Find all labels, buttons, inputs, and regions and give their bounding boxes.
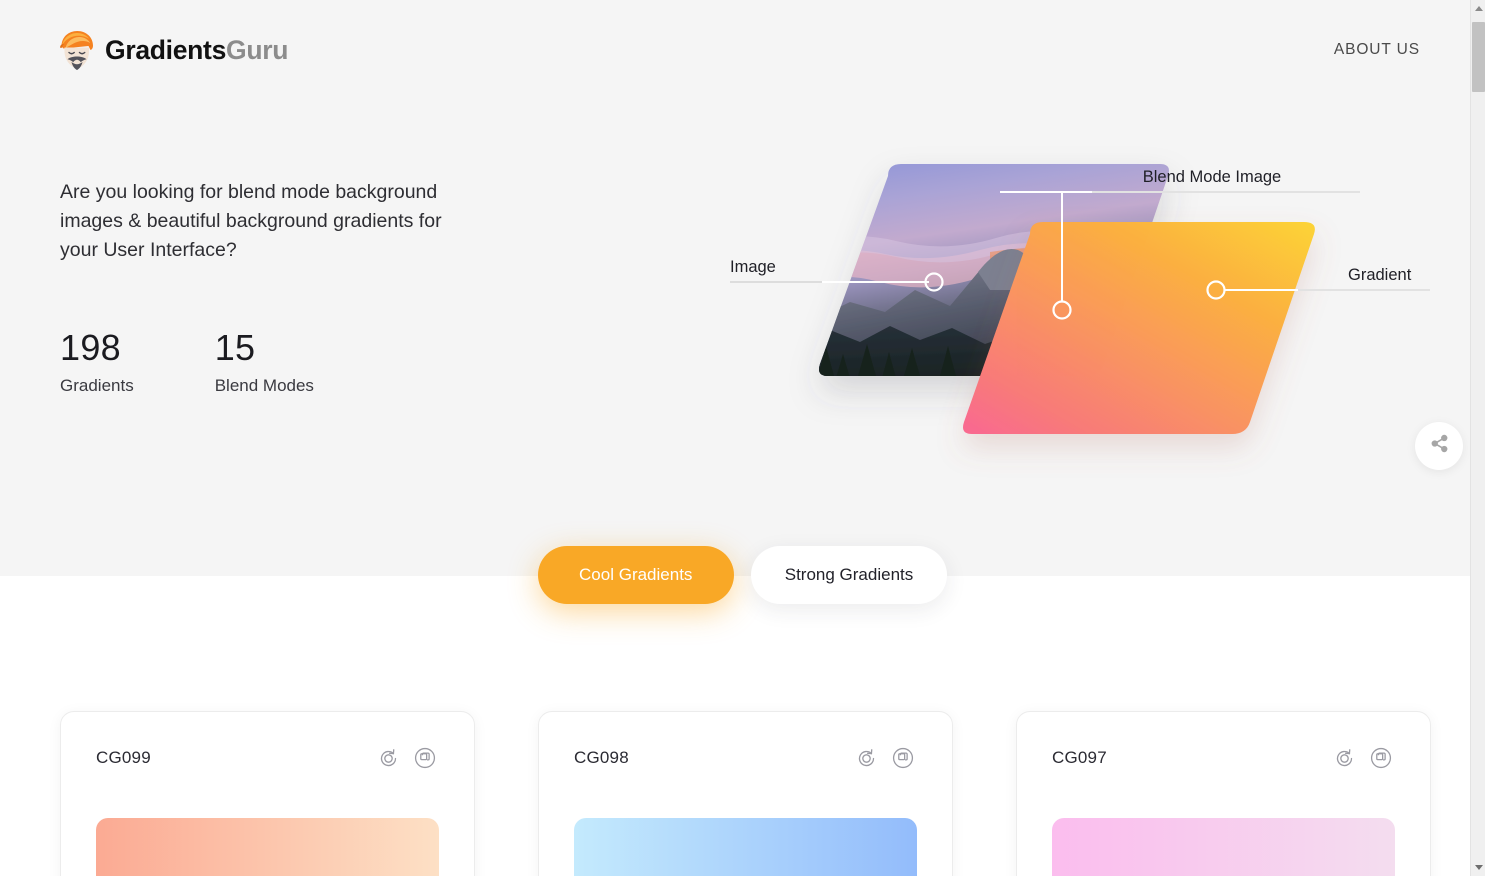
gradient-card-actions [374,744,439,772]
gradient-card-code: CG097 [1052,748,1107,767]
hero-section: GradientsGuru ABOUT US Are you looking f… [0,0,1485,604]
reload-icon[interactable] [1330,744,1358,772]
hero-stats: 198 Gradients 15 Blend Modes [60,328,314,396]
brand-wordmark: GradientsGuru [105,35,288,66]
gradient-card-row: CG099 CG098 CG097 [0,711,1485,876]
gradient-card-code: CG098 [574,748,629,767]
copy-icon[interactable] [889,744,917,772]
stat-blend-modes-value: 15 [214,327,256,368]
brand-name-primary: Gradients [105,34,227,65]
gradient-swatch[interactable] [574,818,917,876]
hero-copy: Are you looking for blend mode backgroun… [60,178,480,265]
gradient-card-code: CG099 [96,748,151,767]
tab-cool-gradients[interactable]: Cool Gradients [537,546,734,604]
stat-gradients-value: 198 [60,327,121,368]
gradient-type-tabs: Cool Gradients Strong Gradients [0,546,1485,604]
gradient-gallery: CG099 CG098 CG097 [0,576,1485,876]
gradient-swatch[interactable] [96,818,439,876]
brand-name-secondary: Guru [226,34,289,65]
gradient-card[interactable]: CG097 [1016,711,1431,876]
reload-icon[interactable] [374,744,402,772]
site-header: GradientsGuru ABOUT US [0,0,1485,100]
annotation-gradient-label: Gradient [1348,266,1412,284]
gradient-card[interactable]: CG098 [538,711,953,876]
stat-blend-modes: 15 Blend Modes [215,328,314,396]
gradient-card-header: CG097 [1052,742,1395,774]
gradient-card-header: CG098 [574,742,917,774]
stat-blend-modes-label: Blend Modes [214,376,314,395]
annotation-image-label: Image [730,258,776,276]
share-icon [1430,434,1449,458]
gradient-card-actions [852,744,917,772]
copy-icon[interactable] [1367,744,1395,772]
reload-icon[interactable] [852,744,880,772]
scroll-down-arrow-icon[interactable] [1471,859,1485,876]
gradient-card-actions [1330,744,1395,772]
page-viewport: GradientsGuru ABOUT US Are you looking f… [0,0,1485,876]
stat-gradients-label: Gradients [60,376,134,395]
scroll-up-arrow-icon[interactable] [1471,0,1485,17]
stat-gradients: 198 Gradients [60,328,134,396]
hero-lede-text: Are you looking for blend mode backgroun… [60,181,442,261]
browser-scrollbar[interactable] [1470,0,1485,876]
guru-turban-logo-icon [58,29,96,71]
copy-icon[interactable] [411,744,439,772]
gradient-card[interactable]: CG099 [60,711,475,876]
share-button[interactable] [1415,422,1463,470]
brand-logo[interactable]: GradientsGuru [58,29,288,71]
scrollbar-thumb[interactable] [1472,22,1485,92]
annotation-blend-mode-image-label: Blend Mode Image [1143,168,1282,186]
nav-link-about-us[interactable]: ABOUT US [1334,41,1420,59]
gradient-card-header: CG099 [96,742,439,774]
hero-artwork: Image Blend Mode Image Gradient [700,140,1460,500]
tab-strong-gradients[interactable]: Strong Gradients [750,546,948,604]
gradient-swatch[interactable] [1052,818,1395,876]
